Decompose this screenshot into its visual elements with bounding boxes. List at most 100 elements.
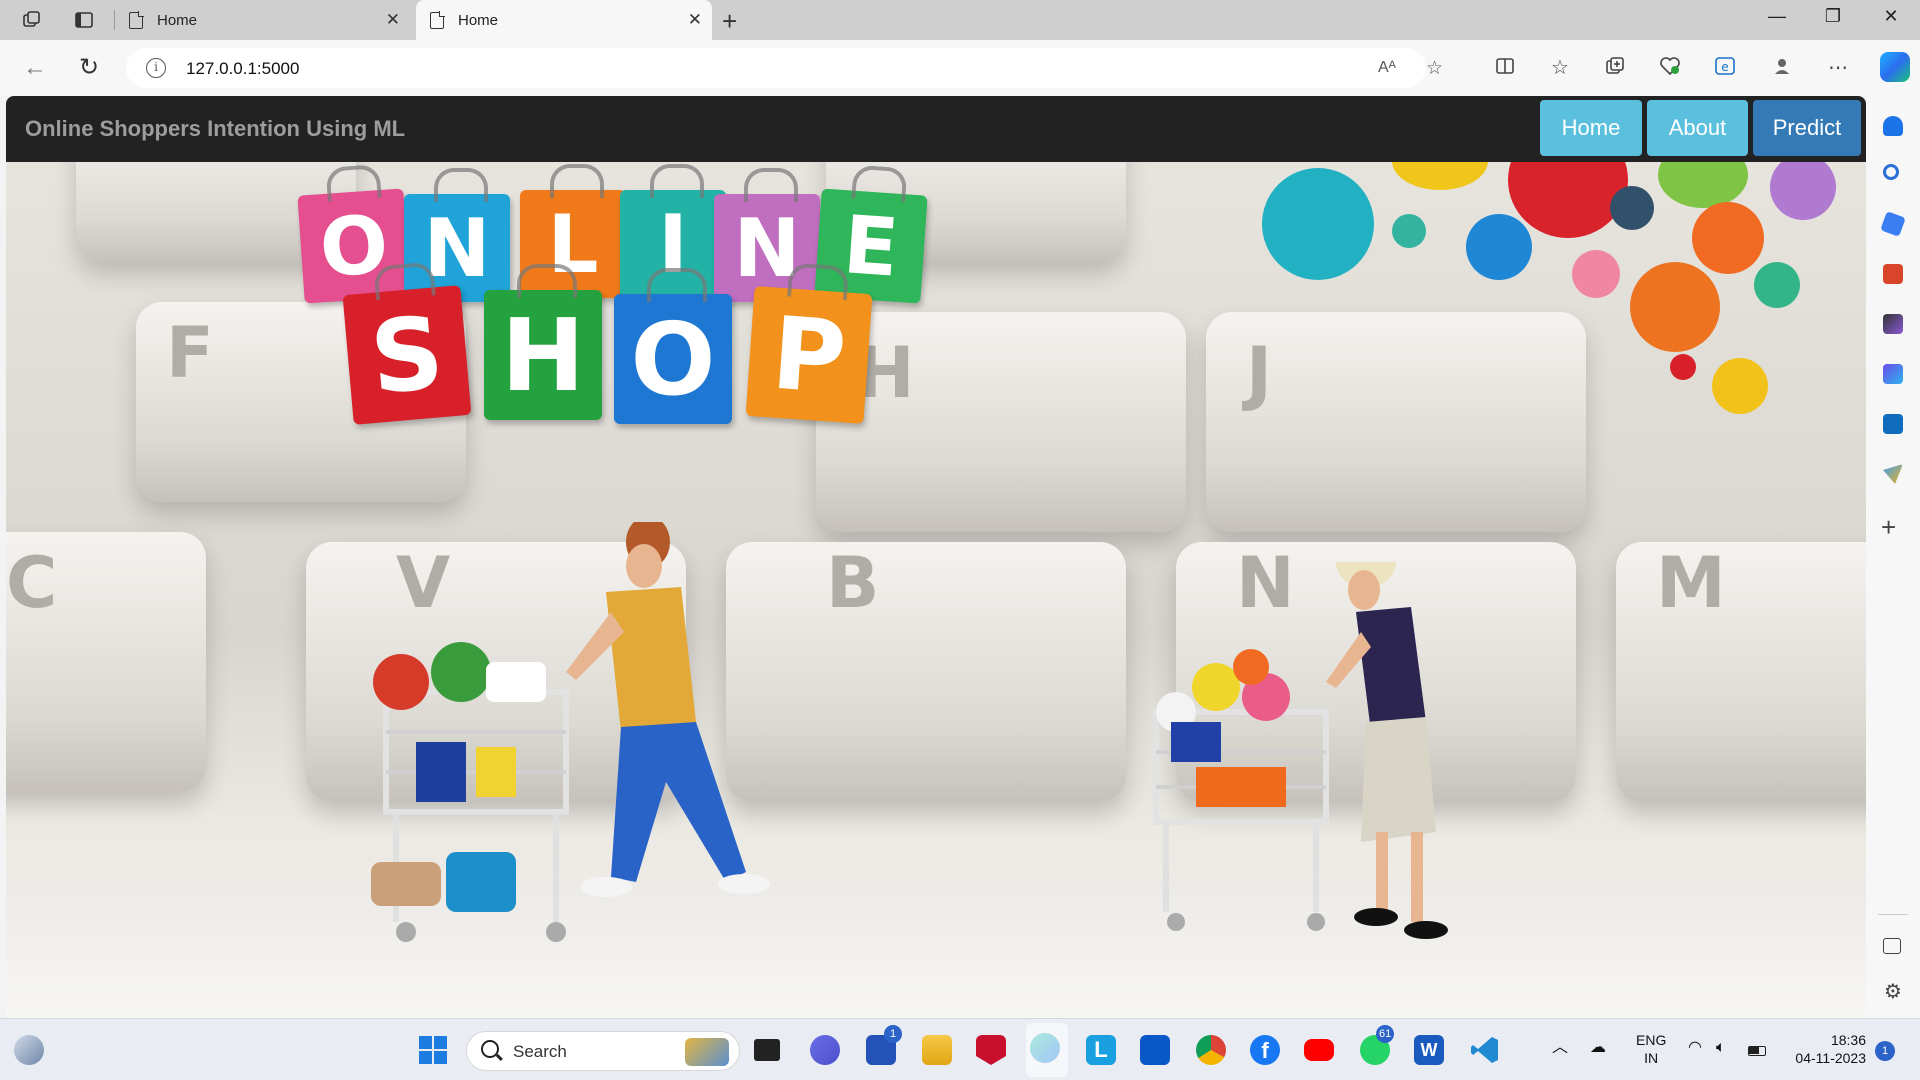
key-letter: M (1656, 542, 1726, 624)
nav-predict-button[interactable]: Predict (1753, 100, 1861, 156)
restore-button[interactable]: ❐ (1813, 6, 1853, 27)
keyboard-key: J (1206, 312, 1586, 532)
tab-home-1[interactable]: Home ✕ (115, 0, 410, 40)
clock[interactable]: 18:36 04-11-2023 (1786, 1031, 1866, 1067)
facebook-icon[interactable]: f (1250, 1035, 1280, 1065)
store-badge: 1 (884, 1025, 902, 1043)
profile-icon[interactable] (1769, 56, 1795, 80)
search-icon[interactable] (1883, 164, 1899, 180)
book-bubble-icon (1262, 168, 1374, 280)
table-surface (6, 882, 1866, 1018)
site-brand[interactable]: Online Shoppers Intention Using ML (25, 116, 405, 142)
tab-label: Home (157, 11, 198, 29)
settings-more-icon[interactable]: ⋯ (1825, 56, 1851, 80)
nav-home-button[interactable]: Home (1540, 100, 1642, 156)
drop-icon[interactable] (1883, 464, 1903, 484)
show-hidden-icons-chevron-icon[interactable]: ︿ (1552, 1039, 1568, 1057)
page-viewport: Online Shoppers Intention Using ML Home … (6, 96, 1866, 1018)
refresh-button[interactable]: ↻ (74, 54, 104, 82)
key-letter: J (1246, 332, 1273, 414)
new-tab-button[interactable]: + (722, 6, 737, 37)
phone-bubble-icon (1466, 214, 1532, 280)
taskbar-search-box[interactable]: Search (466, 1031, 740, 1071)
collections-icon[interactable] (1602, 56, 1628, 80)
ie-mode-icon[interactable]: e (1712, 56, 1738, 80)
logo-bag-letter: P (745, 286, 873, 424)
shopper-woman-with-cart-figure (1153, 562, 1448, 939)
page-icon (129, 10, 144, 29)
whatsapp-icon[interactable]: 61 (1360, 1025, 1395, 1065)
bag-bubble-icon (1508, 162, 1628, 238)
logo-bag-letter: H (484, 264, 602, 420)
volume-icon[interactable]: 🔈︎ (1716, 1039, 1726, 1057)
hide-sidebar-icon[interactable] (1883, 938, 1901, 954)
keyboard-key: M (1616, 542, 1866, 802)
clock-time: 18:36 (1830, 1032, 1866, 1048)
tools-briefcase-icon[interactable] (1883, 264, 1903, 284)
clock-date: 04-11-2023 (1795, 1050, 1866, 1066)
url-text: 127.0.0.1:5000 (186, 59, 300, 78)
address-bar[interactable]: i 127.0.0.1:5000 Aᴬ ☆ (126, 48, 1443, 88)
tab-actions-icon[interactable] (72, 8, 96, 32)
nav-about-button[interactable]: About (1647, 100, 1748, 156)
file-explorer-icon[interactable] (922, 1035, 952, 1065)
bubble-icon (1392, 214, 1426, 248)
tab-home-2[interactable]: Home ✕ (416, 0, 712, 40)
address-toolbar: ← ↻ i 127.0.0.1:5000 Aᴬ ☆ ☆ e ⋯ (0, 40, 1920, 96)
site-info-icon[interactable]: i (146, 58, 166, 78)
tab-label: Home (458, 11, 499, 29)
gift-bubble-icon (1572, 250, 1620, 298)
tie-bubble-icon (1712, 358, 1768, 414)
task-view-icon[interactable] (754, 1039, 780, 1061)
bubble-icon (1770, 162, 1836, 220)
logo-bag-letter: S (342, 285, 472, 425)
svg-text:e: e (1721, 60, 1728, 74)
sidebar-settings-gear-icon[interactable]: ⚙ (1883, 982, 1903, 1002)
chrome-icon[interactable] (1196, 1035, 1226, 1065)
onedrive-cloud-icon[interactable]: ☁ (1590, 1039, 1606, 1057)
wifi-icon[interactable]: ◠ (1688, 1039, 1702, 1057)
microsoft-365-icon[interactable] (1883, 364, 1903, 384)
read-aloud-icon[interactable]: Aᴬ (1378, 59, 1396, 77)
back-button[interactable]: ← (20, 54, 50, 82)
favorites-icon[interactable]: ☆ (1547, 56, 1573, 80)
shoe-bubble-icon (1692, 202, 1764, 274)
close-tab-icon[interactable]: ✕ (386, 10, 400, 30)
close-window-button[interactable]: ✕ (1871, 6, 1911, 27)
search-icon (481, 1040, 499, 1058)
vscode-icon[interactable] (1470, 1035, 1500, 1065)
active-app-highlight (1026, 1023, 1068, 1077)
edge-sidebar: + ⚙ (1866, 96, 1920, 1018)
shirt-bubble-icon (1630, 262, 1720, 352)
weather-widget-icon[interactable] (14, 1035, 44, 1065)
search-placeholder: Search (513, 1042, 567, 1061)
cortana-icon[interactable] (1140, 1035, 1170, 1065)
add-sidebar-app-icon[interactable]: + (1881, 514, 1896, 540)
mcafee-icon[interactable] (976, 1035, 1006, 1065)
windows-start-icon[interactable] (418, 1035, 448, 1065)
minimize-button[interactable]: — (1757, 6, 1797, 27)
games-icon[interactable] (1883, 314, 1903, 334)
key-letter: C (6, 542, 58, 624)
shopping-tag-icon[interactable] (1880, 211, 1906, 237)
browser-essentials-icon[interactable] (1657, 56, 1683, 80)
word-icon[interactable]: W (1414, 1035, 1444, 1065)
teams-chat-icon[interactable] (810, 1035, 840, 1065)
bubble-icon (1670, 354, 1696, 380)
key-letter: F (166, 312, 214, 394)
microsoft-store-icon[interactable]: 1 (866, 1025, 902, 1065)
language-indicator[interactable]: ENG IN (1636, 1031, 1666, 1067)
outlook-icon[interactable] (1883, 414, 1903, 434)
battery-icon[interactable] (1748, 1046, 1766, 1056)
notification-count-badge[interactable]: 1 (1875, 1041, 1895, 1061)
workspaces-icon[interactable] (20, 8, 44, 32)
site-navbar: Online Shoppers Intention Using ML Home … (6, 96, 1866, 162)
youtube-icon[interactable] (1304, 1039, 1334, 1061)
copilot-icon[interactable] (1880, 52, 1910, 82)
favorite-star-icon[interactable]: ☆ (1426, 57, 1443, 80)
lens-app-icon[interactable]: L (1086, 1035, 1116, 1065)
split-screen-icon[interactable] (1492, 56, 1518, 80)
logo-bag-letter: O (614, 268, 732, 424)
notifications-bell-icon[interactable] (1883, 116, 1903, 136)
close-tab-icon[interactable]: ✕ (688, 10, 702, 30)
